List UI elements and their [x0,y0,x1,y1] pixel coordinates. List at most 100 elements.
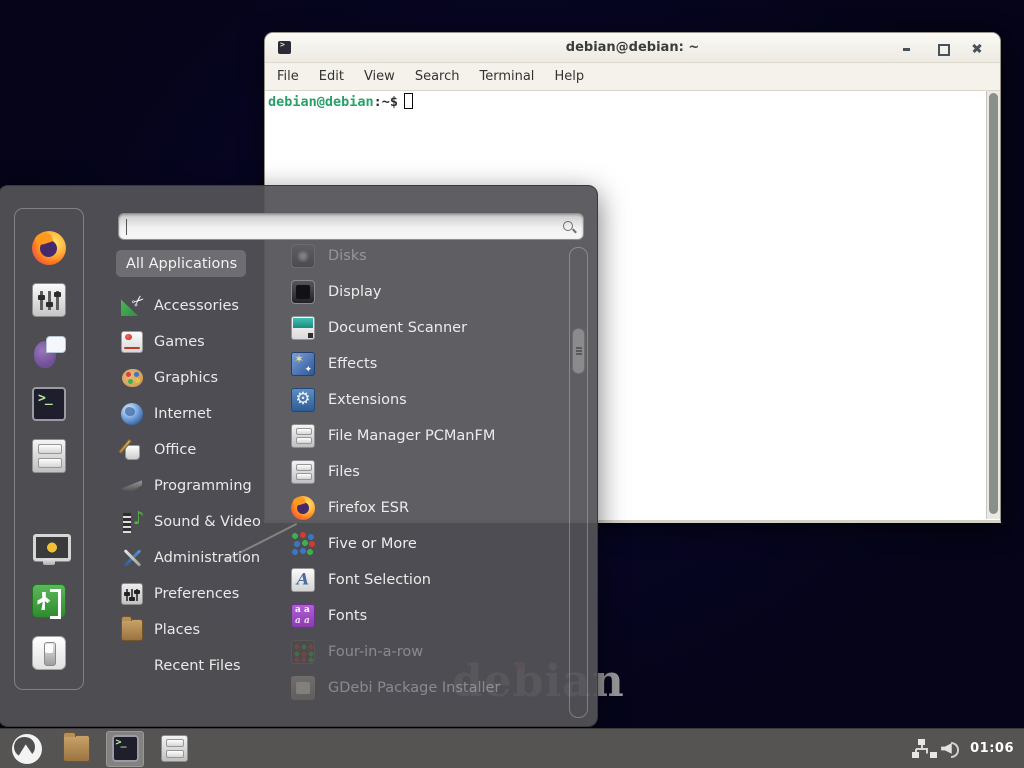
menulogo-icon [12,734,42,764]
graphics-icon [121,367,143,389]
effects-icon [291,352,315,376]
search-icon [562,220,576,234]
pidgin-icon [32,335,66,369]
terminal-menu-search[interactable]: Search [415,69,460,84]
category-programming[interactable]: Programming [116,468,286,504]
volume-icon[interactable] [941,739,960,758]
terminal-scrollbar[interactable] [986,91,1000,519]
category-accessories[interactable]: Accessories [116,288,286,324]
menu-search-box[interactable] [118,213,584,240]
taskbar-menu-launcher[interactable] [8,731,46,767]
category-preferences[interactable]: Preferences [116,576,286,612]
terminal-icon [32,387,66,421]
favorite-pidgin[interactable] [32,335,66,369]
all-applications-button[interactable]: All Applications [116,250,246,277]
accessories-icon [121,295,143,317]
category-recent-files[interactable]: Recent Files [116,648,286,684]
category-label: Places [154,622,200,638]
app-label: Display [328,284,381,300]
category-games[interactable]: Games [116,324,286,360]
category-label: Administration [154,550,260,566]
clock[interactable]: 01:06 [970,741,1014,756]
category-column: All Applications AccessoriesGamesGraphic… [116,250,286,684]
app-item-document-scanner[interactable]: Document Scanner [288,310,566,346]
taskbar-terminal-window-button[interactable] [106,731,144,767]
application-menu: All Applications AccessoriesGamesGraphic… [0,185,598,727]
network-icon[interactable] [912,739,931,758]
app-label: Disks [328,248,367,264]
favorite-terminal[interactable] [32,387,66,421]
display-icon [291,280,315,304]
terminal-menu-edit[interactable]: Edit [319,69,344,84]
terminal-window-icon [278,41,291,54]
app-item-fonts[interactable]: Fonts [288,598,566,634]
folder-icon [63,735,90,762]
app-label: Document Scanner [328,320,467,336]
app-label: Extensions [328,392,407,408]
terminal-menu-file[interactable]: File [277,69,299,84]
app-item-display[interactable]: Display [288,274,566,310]
app-label: Font Selection [328,572,431,588]
terminal-window-title: debian@debian: ~ [265,40,1000,55]
taskbar-launchers [8,731,193,767]
close-button[interactable] [970,41,984,55]
app-label: GDebi Package Installer [328,680,500,696]
administration-icon [121,547,143,569]
gdebi-icon [291,676,315,700]
monitor-icon [32,532,66,566]
folder-icon [121,619,143,641]
terminal-menu-help[interactable]: Help [554,69,584,84]
terminal-titlebar[interactable]: debian@debian: ~ [265,33,1000,63]
app-item-file-manager-pcmanfm[interactable]: File Manager PCManFM [288,418,566,454]
terminal-menubar: File Edit View Search Terminal Help [265,63,1000,91]
maximize-button[interactable] [935,41,949,55]
favorite-files[interactable] [32,439,66,473]
app-label: Firefox ESR [328,500,409,516]
category-label: Recent Files [154,658,241,674]
favorite-firefox[interactable] [32,231,66,265]
category-places[interactable]: Places [116,612,286,648]
terminal-menu-view[interactable]: View [364,69,395,84]
cabinet-icon [161,735,188,762]
category-administration[interactable]: Administration [116,540,286,576]
cabinet-icon [291,460,315,484]
office-icon [121,439,143,461]
category-label: Programming [154,478,252,494]
games-icon [121,331,143,353]
cabinet-icon [291,424,315,448]
app-item-extensions[interactable]: Extensions [288,382,566,418]
switch-icon [32,636,66,670]
favorite-logout[interactable] [32,584,66,618]
logout-icon [32,584,66,618]
favorite-shutdown[interactable] [32,636,66,670]
category-sound-video[interactable]: Sound & Video [116,504,286,540]
font-selection-icon [291,568,315,592]
category-internet[interactable]: Internet [116,396,286,432]
system-tray: 01:06 [912,739,1018,758]
terminal-menu-terminal[interactable]: Terminal [479,69,534,84]
taskbar-file-manager-launcher[interactable] [57,731,95,767]
app-item-effects[interactable]: Effects [288,346,566,382]
favorite-settings[interactable] [32,283,66,317]
minimize-button[interactable] [900,41,914,55]
category-graphics[interactable]: Graphics [116,360,286,396]
app-item-five-or-more[interactable]: Five or More [288,526,566,562]
application-list: Disks Display Document Scanner Effects Exten… [288,238,566,724]
category-label: Preferences [154,586,239,602]
app-item-files[interactable]: Files [288,454,566,490]
taskbar-files-launcher[interactable] [155,731,193,767]
menu-scrollbar[interactable] [569,247,588,718]
preferences-icon [121,583,143,605]
mixer-icon [32,283,66,317]
app-item-font-selection[interactable]: Font Selection [288,562,566,598]
firefox-icon [32,231,66,265]
terminal-scrollbar-thumb[interactable] [989,93,998,514]
menu-scrollbar-thumb[interactable] [572,328,585,374]
app-item-firefox-esr[interactable]: Firefox ESR [288,490,566,526]
app-label: Fonts [328,608,367,624]
five-or-more-icon [291,532,315,556]
category-office[interactable]: Office [116,432,286,468]
four-in-a-row-icon [291,640,315,664]
favorite-lock-screen[interactable] [32,532,66,566]
search-input[interactable] [127,216,547,237]
